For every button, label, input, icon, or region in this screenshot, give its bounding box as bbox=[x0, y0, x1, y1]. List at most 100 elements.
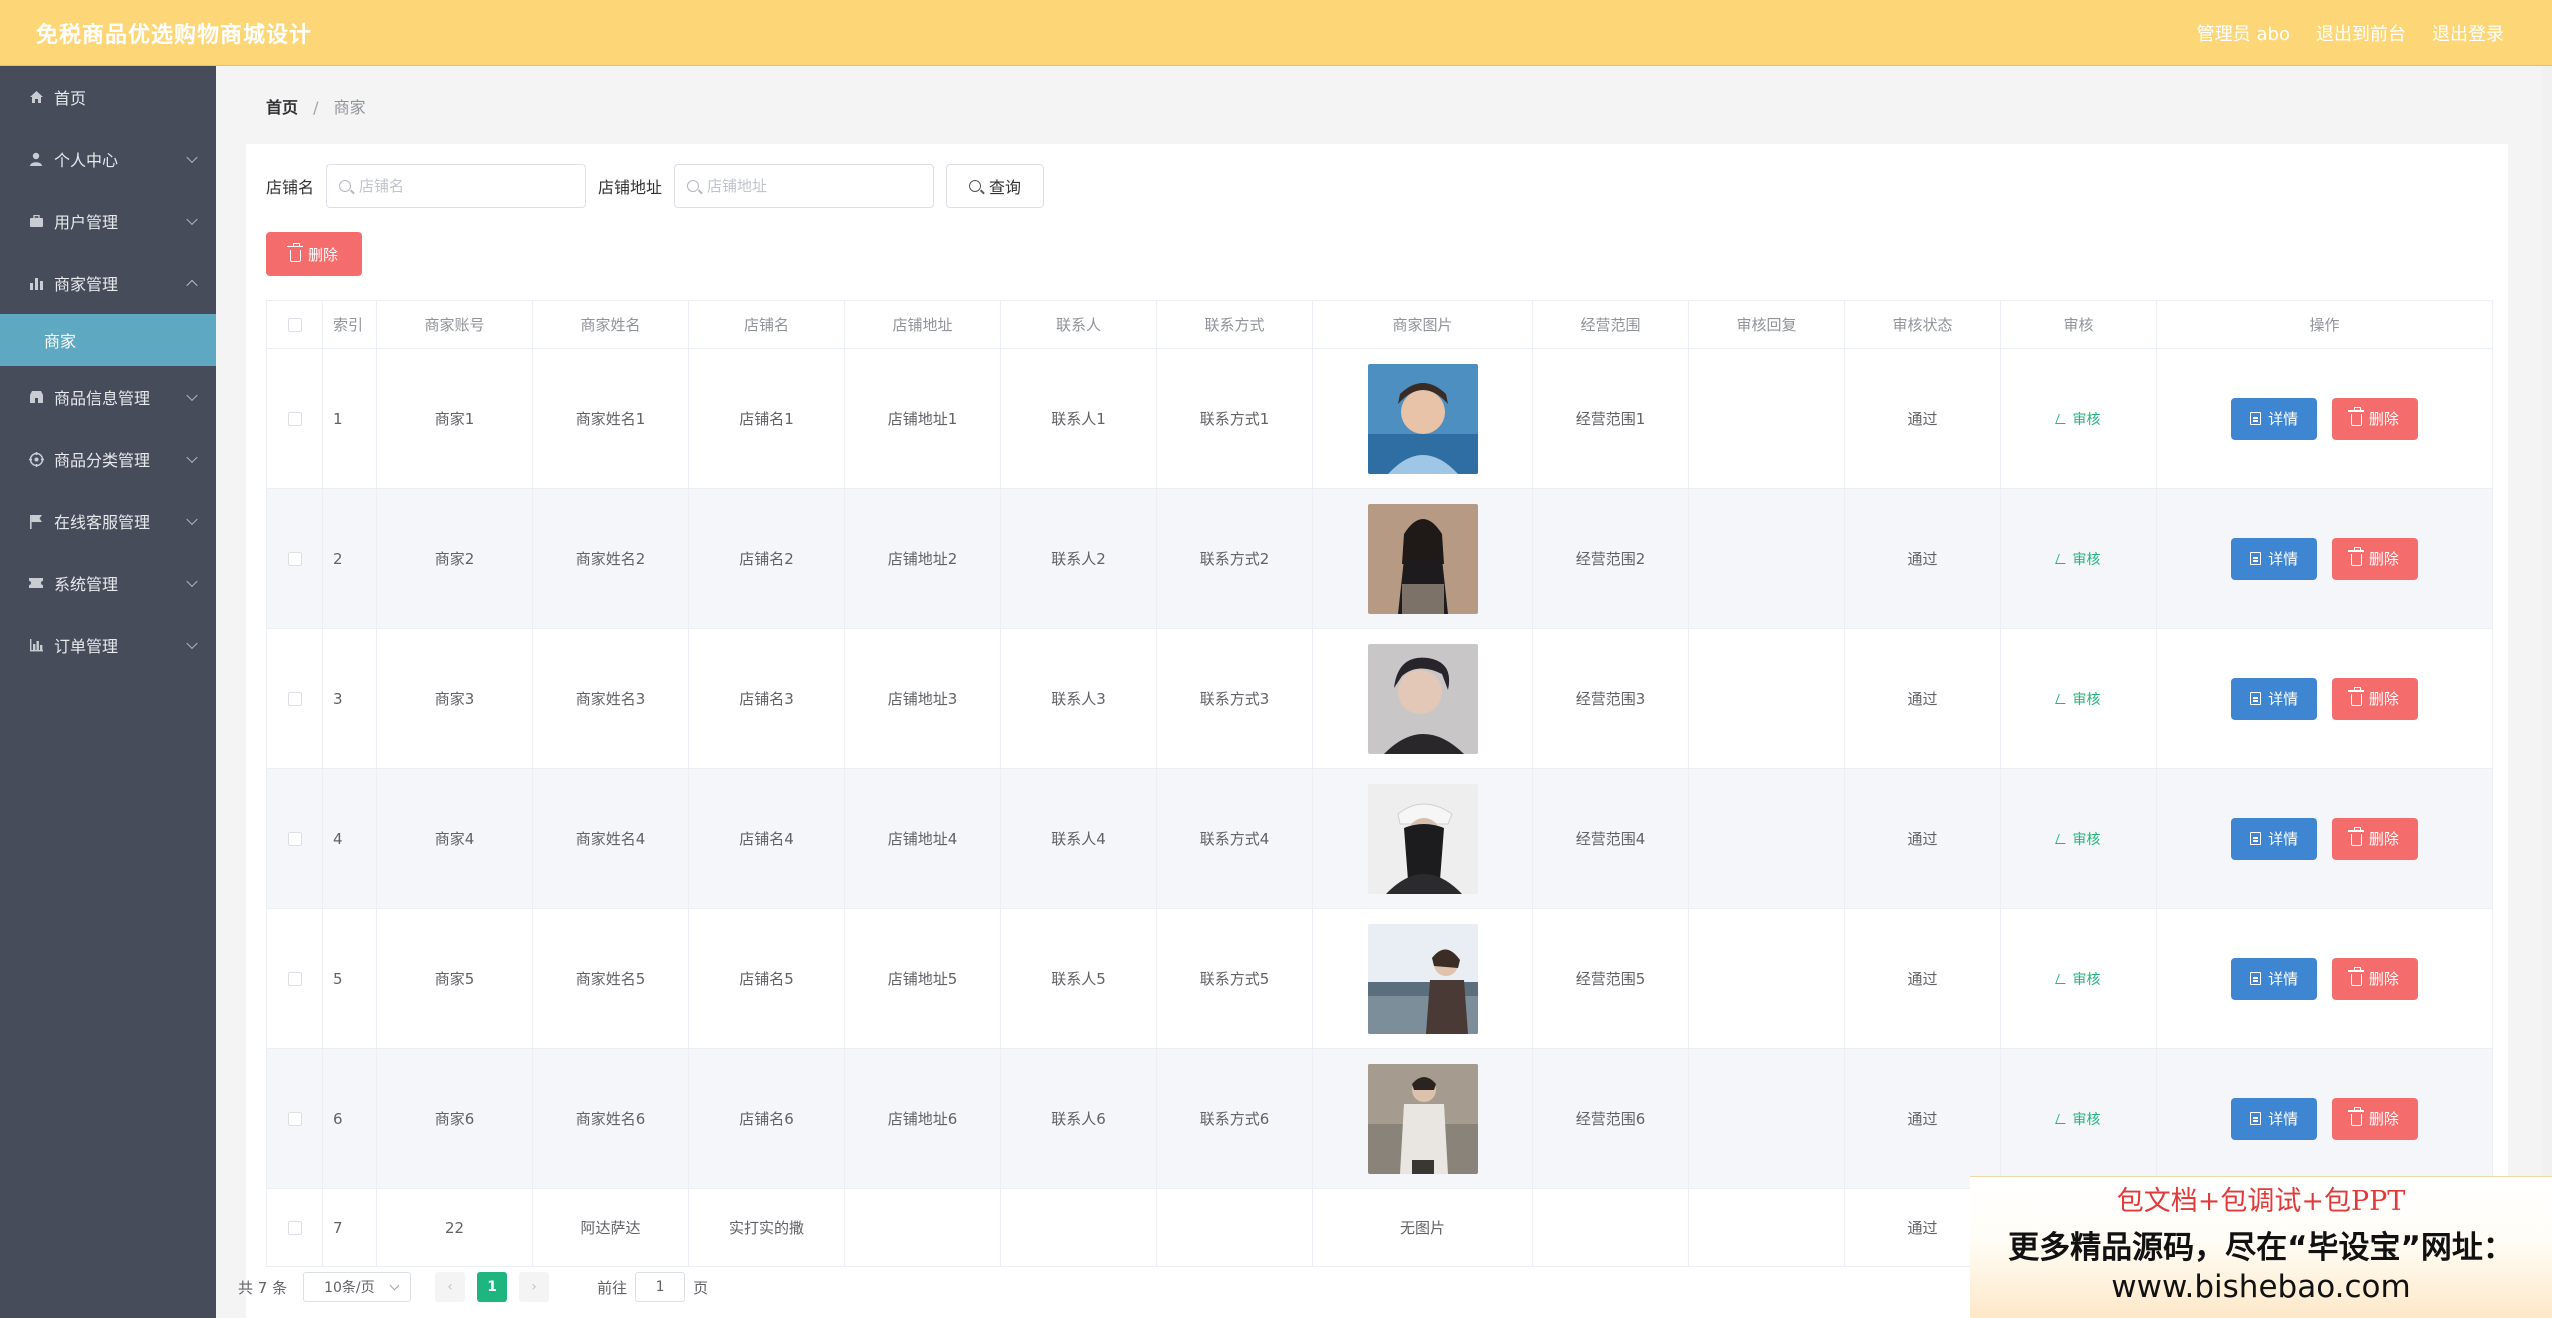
sidebar-item-profile[interactable]: 个人中心 bbox=[0, 128, 216, 190]
cell-status: 通过 bbox=[1844, 348, 2001, 489]
cell-image bbox=[1312, 1048, 1533, 1189]
batch-delete-button[interactable]: 删除 bbox=[266, 232, 362, 276]
checkbox[interactable] bbox=[287, 832, 302, 846]
row-select[interactable] bbox=[266, 1188, 323, 1267]
audit-link[interactable]: 审核 bbox=[2054, 691, 2101, 708]
vertical-scrollbar[interactable] bbox=[2542, 66, 2552, 1318]
cell-shop: 实打实的撒 bbox=[688, 1188, 845, 1267]
audit-link[interactable]: 审核 bbox=[2054, 1112, 2101, 1128]
shop-address-input[interactable] bbox=[707, 177, 918, 195]
sidebar-item-system[interactable]: 系统管理 bbox=[0, 552, 216, 614]
trash-icon bbox=[2347, 1107, 2364, 1126]
checkbox[interactable] bbox=[287, 1112, 302, 1126]
detail-label: 详情 bbox=[2268, 830, 2299, 848]
sidebar-item-products[interactable]: 商品信息管理 bbox=[0, 366, 216, 428]
user-icon bbox=[26, 152, 46, 166]
row-select[interactable] bbox=[266, 628, 323, 769]
sidebar-item-merchants[interactable]: 商家管理 bbox=[0, 252, 216, 314]
sidebar-item-label: 首页 bbox=[54, 89, 87, 108]
row-select[interactable] bbox=[266, 348, 323, 489]
page-size-select[interactable]: 10条/页 bbox=[303, 1272, 412, 1302]
shop-name-input[interactable] bbox=[359, 177, 570, 195]
detail-button[interactable]: 详情 bbox=[2231, 537, 2318, 580]
shop-name-field[interactable] bbox=[326, 164, 587, 208]
audit-label: 审核 bbox=[2072, 691, 2101, 708]
cell-image bbox=[1312, 348, 1533, 489]
audit-link[interactable]: 审核 bbox=[2054, 972, 2101, 988]
chevron-left-icon: ‹ bbox=[447, 1279, 453, 1295]
cell-name: 商家姓名2 bbox=[532, 488, 689, 629]
sidebar-item-label: 商品分类管理 bbox=[54, 451, 151, 470]
merchant-photo[interactable] bbox=[1367, 643, 1478, 754]
target-icon bbox=[26, 451, 46, 467]
goto-page-input[interactable] bbox=[635, 1272, 686, 1302]
delete-button[interactable]: 删除 bbox=[2331, 537, 2418, 580]
detail-button[interactable]: 详情 bbox=[2231, 677, 2318, 720]
cell-index: 4 bbox=[322, 768, 377, 909]
logout-link[interactable]: 退出登录 bbox=[2432, 20, 2504, 46]
sidebar-item-home[interactable]: 首页 bbox=[0, 66, 216, 128]
merchant-photo[interactable] bbox=[1367, 783, 1478, 894]
table-row: 1 商家1 商家姓名1 店铺名1 店铺地址1 联系人1 联系方式1 经营范围1 … bbox=[266, 348, 2493, 489]
chevron-down-icon bbox=[186, 513, 198, 526]
breadcrumb-home[interactable]: 首页 bbox=[266, 98, 298, 117]
prev-page-button[interactable]: ‹ bbox=[435, 1272, 466, 1302]
sidebar-item-users[interactable]: 用户管理 bbox=[0, 190, 216, 252]
chevron-down-icon bbox=[186, 213, 198, 226]
page-number-current[interactable]: 1 bbox=[477, 1272, 508, 1302]
cell-address: 店铺地址6 bbox=[844, 1048, 1001, 1189]
merchant-photo[interactable] bbox=[1367, 1063, 1478, 1174]
detail-button[interactable]: 详情 bbox=[2231, 1097, 2318, 1140]
checkbox[interactable] bbox=[287, 1221, 302, 1235]
sidebar-item-categories[interactable]: 商品分类管理 bbox=[0, 428, 216, 490]
checkbox[interactable] bbox=[287, 692, 302, 706]
delete-button[interactable]: 删除 bbox=[2331, 957, 2418, 1000]
chart-icon bbox=[26, 638, 46, 652]
cell-account: 商家1 bbox=[376, 348, 533, 489]
row-select[interactable] bbox=[266, 768, 323, 909]
delete-button[interactable]: 删除 bbox=[2331, 677, 2418, 720]
cell-scope bbox=[1532, 1188, 1689, 1267]
table-row: 4 商家4 商家姓名4 店铺名4 店铺地址4 联系人4 联系方式4 经营范围4 … bbox=[266, 768, 2493, 909]
checkbox[interactable] bbox=[287, 318, 302, 332]
sidebar-item-label: 商家管理 bbox=[54, 275, 119, 294]
detail-button[interactable]: 详情 bbox=[2231, 957, 2318, 1000]
cell-contact: 联系人1 bbox=[1000, 348, 1157, 489]
header-shop: 店铺名 bbox=[688, 300, 845, 349]
delete-button[interactable]: 删除 bbox=[2331, 397, 2418, 440]
audit-link[interactable]: 审核 bbox=[2054, 832, 2101, 848]
row-select[interactable] bbox=[266, 1048, 323, 1189]
next-page-button[interactable]: › bbox=[519, 1272, 550, 1302]
cell-account: 商家4 bbox=[376, 768, 533, 909]
audit-link[interactable]: 审核 bbox=[2054, 412, 2101, 428]
checkbox[interactable] bbox=[287, 972, 302, 986]
header-image: 商家图片 bbox=[1312, 300, 1533, 349]
sidebar-item-label: 个人中心 bbox=[54, 151, 119, 170]
delete-button[interactable]: 删除 bbox=[2331, 1097, 2418, 1140]
cell-name: 阿达萨达 bbox=[532, 1188, 689, 1267]
table-header-row: 索引 商家账号 商家姓名 店铺名 店铺地址 联系人 联系方式 商家图片 经营范围… bbox=[266, 300, 2493, 349]
sidebar-item-customer-service[interactable]: 在线客服管理 bbox=[0, 490, 216, 552]
shop-address-field[interactable] bbox=[674, 164, 935, 208]
detail-label: 详情 bbox=[2268, 1110, 2299, 1128]
row-select[interactable] bbox=[266, 908, 323, 1049]
query-button[interactable]: 查询 bbox=[946, 164, 1045, 208]
detail-label: 详情 bbox=[2268, 970, 2299, 988]
checkbox[interactable] bbox=[287, 552, 302, 566]
detail-button[interactable]: 详情 bbox=[2231, 397, 2318, 440]
exit-frontend-link[interactable]: 退出到前台 bbox=[2316, 20, 2406, 46]
merchant-photo[interactable] bbox=[1367, 503, 1478, 614]
cell-phone: 联系方式4 bbox=[1156, 768, 1313, 909]
header-select-all[interactable] bbox=[266, 300, 323, 349]
checkbox[interactable] bbox=[287, 412, 302, 426]
merchant-photo[interactable] bbox=[1367, 923, 1478, 1034]
cell-phone: 联系方式5 bbox=[1156, 908, 1313, 1049]
cell-scope: 经营范围1 bbox=[1532, 348, 1689, 489]
detail-button[interactable]: 详情 bbox=[2231, 817, 2318, 860]
sidebar-item-orders[interactable]: 订单管理 bbox=[0, 614, 216, 676]
sidebar-subitem-merchant[interactable]: 商家 bbox=[0, 314, 216, 366]
delete-button[interactable]: 删除 bbox=[2331, 817, 2418, 860]
merchant-photo[interactable] bbox=[1367, 363, 1478, 474]
audit-link[interactable]: 审核 bbox=[2054, 552, 2101, 568]
row-select[interactable] bbox=[266, 488, 323, 629]
